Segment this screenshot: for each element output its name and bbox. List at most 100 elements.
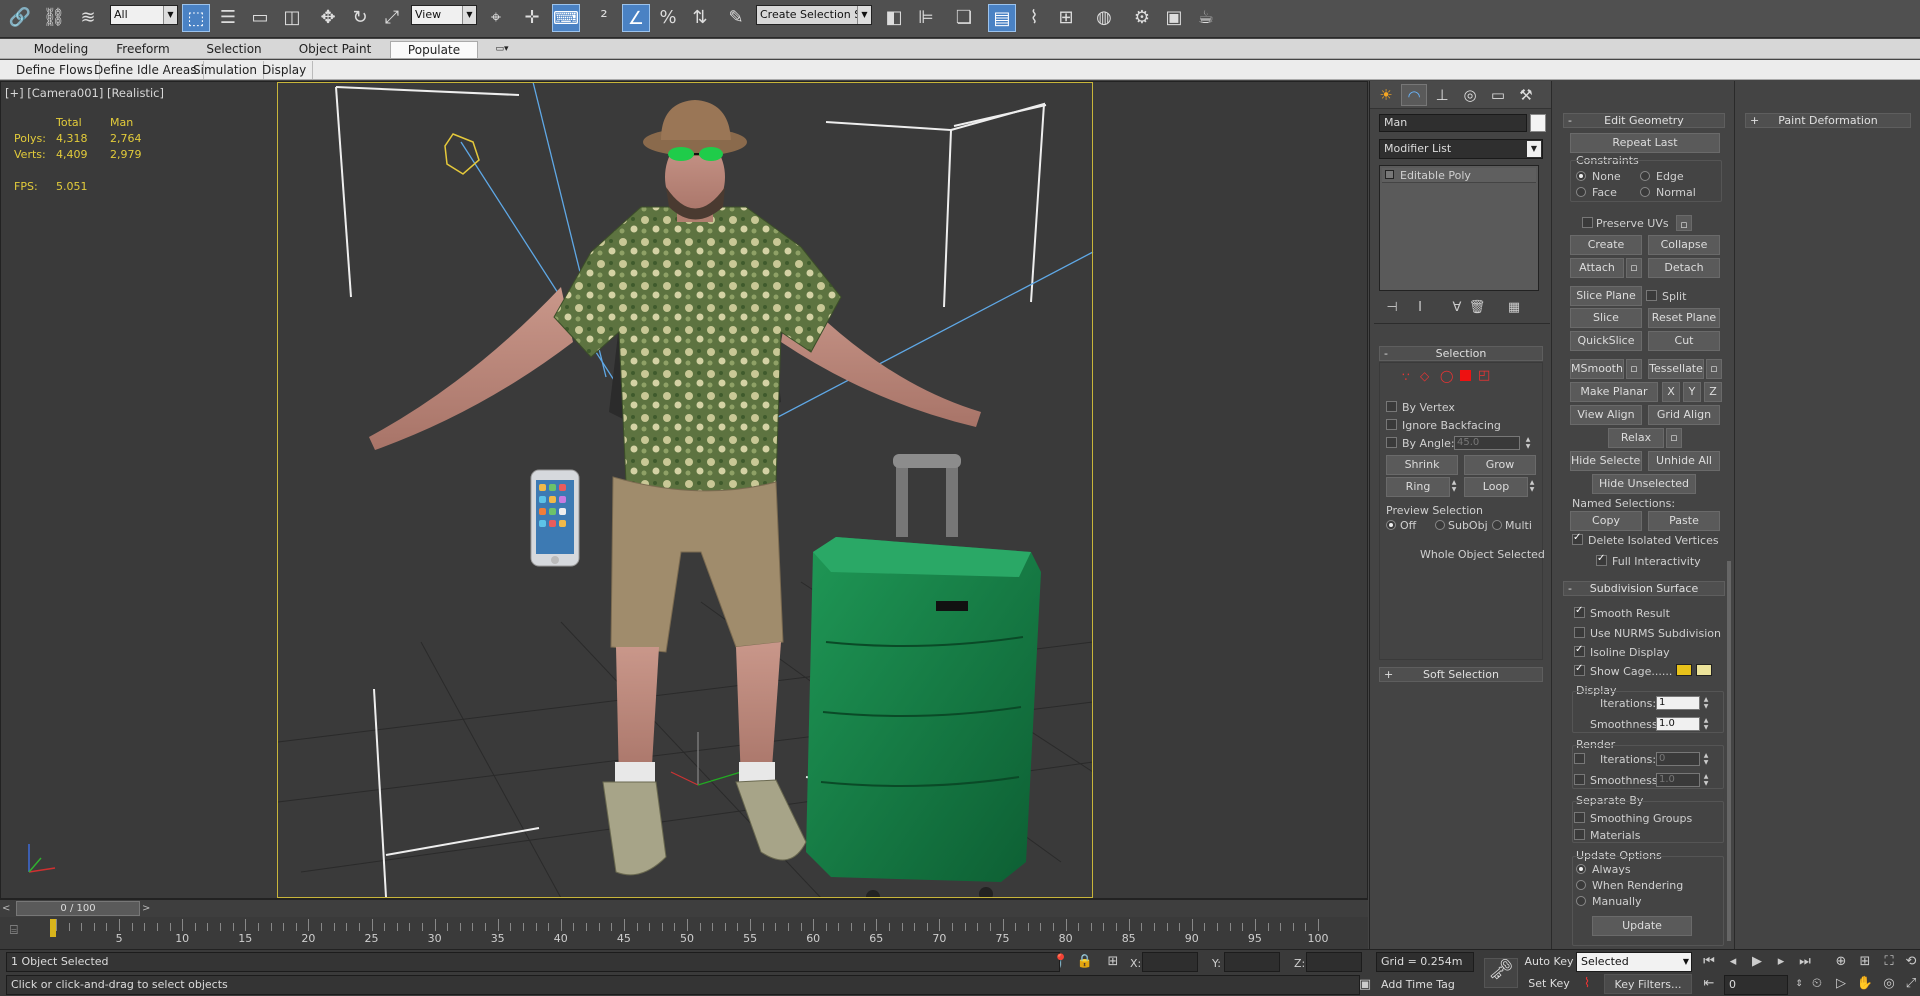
key-filters-button[interactable]: Key Filters... <box>1604 974 1692 994</box>
preview-off-radio[interactable] <box>1386 520 1396 530</box>
vertex-mode-icon[interactable]: ∵ <box>1402 370 1410 384</box>
isolate-selection-icon[interactable]: 📍 <box>1052 953 1070 971</box>
y-coord-field[interactable] <box>1224 952 1280 972</box>
orbit-subobject-icon[interactable]: ◎ <box>1880 975 1898 993</box>
z-coord-field[interactable] <box>1306 952 1362 972</box>
spinner-snap-icon[interactable]: ⇅ <box>686 4 714 32</box>
make-planar-button[interactable]: Make Planar <box>1570 382 1658 402</box>
edit-geometry-header[interactable]: - Edit Geometry <box>1563 113 1725 128</box>
materials-checkbox[interactable] <box>1574 829 1585 840</box>
hierarchy-tab-icon[interactable]: ⊥ <box>1429 84 1455 106</box>
attach-list-icon[interactable]: ▫ <box>1626 258 1642 278</box>
ref-coord-dropdown[interactable]: View ▼ <box>411 5 477 25</box>
display-button[interactable]: Display <box>256 61 314 79</box>
go-to-start-icon[interactable]: ⏮ <box>1700 953 1718 971</box>
modify-tab-icon[interactable]: ◠ <box>1401 84 1427 106</box>
paste-button[interactable]: Paste <box>1648 511 1720 531</box>
selection-rollout-header[interactable]: - Selection <box>1379 346 1543 361</box>
update-button[interactable]: Update <box>1592 916 1692 936</box>
tab-modeling[interactable]: Modeling <box>22 41 100 58</box>
use-nurms-checkbox[interactable] <box>1574 627 1585 638</box>
keyboard-shortcut-toggle-icon[interactable]: ⌨ <box>552 4 580 32</box>
update-when-rendering-radio[interactable] <box>1576 880 1586 890</box>
preserve-uvs-checkbox[interactable] <box>1582 217 1593 228</box>
rendered-frame-window-icon[interactable]: ▣ <box>1160 4 1188 32</box>
msmooth-settings-icon[interactable]: ▫ <box>1626 359 1642 379</box>
attach-button[interactable]: Attach <box>1570 258 1624 278</box>
slice-plane-button[interactable]: Slice Plane <box>1570 286 1642 306</box>
track-bar[interactable]: ⌸ 5 10 15 20 25 30 35 40 45 50 55 60 65 70 75 80 85 90 95 1… <box>0 917 1368 949</box>
tessellate-settings-icon[interactable]: ▫ <box>1706 359 1722 379</box>
pivot-center-icon[interactable]: ⌖ <box>482 4 510 32</box>
shrink-button[interactable]: Shrink <box>1386 455 1458 475</box>
element-mode-icon[interactable]: ◰ <box>1478 368 1490 383</box>
modifier-list-dropdown[interactable]: Modifier List ▼ <box>1379 139 1543 159</box>
display-iterations-spinner[interactable]: 1 <box>1656 696 1700 710</box>
configure-modifier-sets-icon[interactable]: ▦ <box>1505 299 1523 317</box>
make-unique-icon[interactable]: ∀ <box>1448 299 1466 317</box>
update-manually-radio[interactable] <box>1576 896 1586 906</box>
ring-spinner-icon[interactable]: ▲ ▼ <box>1450 479 1458 493</box>
full-interactivity-checkbox[interactable] <box>1596 553 1607 566</box>
remove-modifier-icon[interactable]: 🗑 <box>1468 299 1486 317</box>
preview-multi-radio[interactable] <box>1492 520 1502 530</box>
percent-snap-icon[interactable]: % <box>654 4 682 32</box>
stack-expand-icon[interactable] <box>1385 170 1394 179</box>
ignore-backfacing-checkbox[interactable] <box>1386 419 1397 430</box>
curve-editor-icon[interactable]: ⌇ <box>1020 4 1048 32</box>
select-by-name-icon[interactable]: ☰ <box>214 4 242 32</box>
pin-stack-icon[interactable]: ⊣ <box>1383 299 1401 317</box>
bind-spacewarp-icon[interactable]: ≋ <box>74 4 102 32</box>
create-tab-icon[interactable]: ☀ <box>1373 84 1399 106</box>
quickslice-button[interactable]: QuickSlice <box>1570 331 1642 351</box>
tab-object-paint[interactable]: Object Paint <box>290 41 380 58</box>
constraint-normal-radio[interactable] <box>1640 187 1650 197</box>
show-cage-checkbox[interactable] <box>1574 663 1585 676</box>
relax-settings-icon[interactable]: ▫ <box>1666 428 1682 448</box>
border-mode-icon[interactable]: ◯ <box>1440 369 1453 383</box>
material-editor-icon[interactable]: ◍ <box>1090 4 1118 32</box>
previous-frame-icon[interactable]: ◂ <box>1724 953 1742 971</box>
by-vertex-checkbox[interactable] <box>1386 401 1397 412</box>
make-planar-y-button[interactable]: Y <box>1683 382 1701 402</box>
spinner-arrows-icon[interactable]: ▲ ▼ <box>1702 773 1710 787</box>
key-mode-icon[interactable]: 🗝 <box>1484 958 1518 988</box>
display-smoothness-spinner[interactable]: 1.0 <box>1656 717 1700 731</box>
cage-color-swatch[interactable] <box>1676 664 1692 676</box>
chevron-right-icon[interactable]: > <box>142 901 154 916</box>
orbit-icon[interactable]: ⟲ <box>1902 953 1920 971</box>
time-tag-icon[interactable]: ▣ <box>1356 976 1374 994</box>
layer-manager-icon[interactable]: ❏ <box>950 4 978 32</box>
hide-selected-button[interactable]: Hide Selected <box>1570 451 1642 471</box>
set-key-mode-icon[interactable]: ⌇ <box>1578 975 1596 993</box>
play-icon[interactable]: ▶ <box>1748 953 1766 971</box>
move-icon[interactable]: ✥ <box>314 4 342 32</box>
render-smoothness-spinner[interactable]: 1.0 <box>1656 773 1700 787</box>
grow-button[interactable]: Grow <box>1464 455 1536 475</box>
spinner-arrows-icon[interactable]: ⇕ <box>1790 975 1808 993</box>
simulation-button[interactable]: Simulation <box>187 61 264 79</box>
ribbon-options-icon[interactable]: ▭▾ <box>488 41 516 58</box>
pan-hand-icon[interactable]: ✋ <box>1856 975 1874 993</box>
hide-unselected-button[interactable]: Hide Unselected <box>1592 474 1696 494</box>
select-manipulate-icon[interactable]: ✛ <box>518 4 546 32</box>
constraint-face-radio[interactable] <box>1576 187 1586 197</box>
align-icon[interactable]: ⊫ <box>912 4 940 32</box>
auto-key-button[interactable]: Auto Key <box>1524 952 1574 972</box>
mirror-icon[interactable]: ◧ <box>880 4 908 32</box>
repeat-last-button[interactable]: Repeat Last <box>1570 133 1720 153</box>
time-slider[interactable]: < 0 / 100 > <box>0 899 1368 917</box>
by-angle-spinner[interactable]: 45.0 <box>1454 436 1520 450</box>
mini-curve-editor-icon[interactable]: ⌸ <box>10 923 32 939</box>
display-tab-icon[interactable]: ▭ <box>1485 84 1511 106</box>
spinner-arrows-icon[interactable]: ▲ ▼ <box>1702 752 1710 766</box>
rotate-icon[interactable]: ↻ <box>346 4 374 32</box>
msmooth-button[interactable]: MSmooth <box>1570 359 1624 379</box>
loop-spinner-icon[interactable]: ▲ ▼ <box>1528 479 1536 493</box>
viewport-label[interactable]: [+] [Camera001] [Realistic] <box>5 86 164 100</box>
go-to-end-icon[interactable]: ⏭ <box>1796 953 1814 971</box>
transform-mode-icon[interactable]: ⊞ <box>1104 953 1122 971</box>
by-angle-checkbox[interactable] <box>1386 437 1397 448</box>
chevron-left-icon[interactable]: < <box>2 901 14 916</box>
add-time-tag[interactable]: Add Time Tag <box>1376 975 1474 995</box>
